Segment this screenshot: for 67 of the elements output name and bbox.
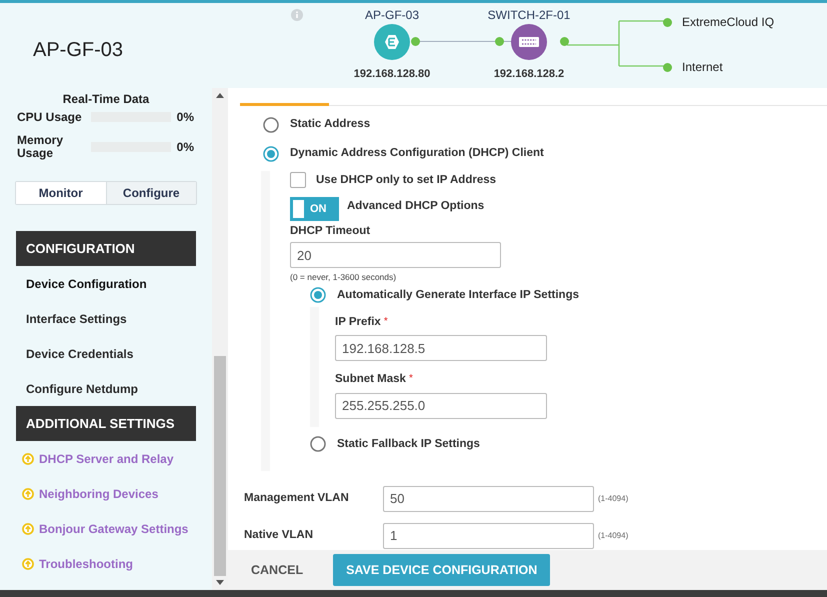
device-title: AP-GF-03: [33, 38, 124, 63]
radio-button[interactable]: [263, 146, 279, 162]
node-label: SWITCH-2F-01: [488, 7, 570, 22]
input-field[interactable]: 1: [383, 522, 594, 549]
switch-icon[interactable]: [511, 24, 547, 60]
nav-link[interactable]: DHCP Server and Relay: [39, 450, 174, 468]
radio-button[interactable]: [263, 116, 279, 133]
scroll-thumb[interactable]: [214, 356, 226, 576]
access-point-icon[interactable]: [374, 24, 410, 60]
field-hint: (0 = never, 1-3600 seconds): [290, 271, 398, 284]
port-dot: [411, 37, 420, 46]
port-dot: [495, 37, 504, 46]
upgrade-icon: [22, 452, 34, 464]
required-mark: *: [408, 372, 413, 386]
checkbox[interactable]: [290, 172, 306, 188]
field-label: IP Prefix: [335, 315, 381, 330]
cancel-button[interactable]: CANCEL: [251, 554, 304, 586]
uplink-label: Internet: [682, 59, 723, 76]
nav-link[interactable]: Bonjour Gateway Settings: [39, 520, 188, 538]
toggle-label: Advanced DHCP Options: [347, 198, 484, 214]
info-icon[interactable]: [291, 9, 303, 21]
meter-label: CPU Usage: [17, 110, 83, 124]
uplink-label: ExtremeCloud IQ: [682, 14, 774, 31]
meter-reading: 0%: [176, 139, 194, 156]
input-field[interactable]: 50: [383, 486, 594, 512]
input-field[interactable]: 192.168.128.5: [335, 335, 547, 362]
field-label: DHCP Timeout: [290, 224, 372, 239]
nav-link[interactable]: Interface Settings: [26, 310, 127, 328]
section-header: ADDITIONAL SETTINGS: [16, 406, 196, 441]
input-field[interactable]: 20: [290, 242, 501, 268]
node-ip: 192.168.128.2: [494, 67, 564, 82]
section-header: CONFIGURATION: [16, 231, 196, 266]
upgrade-icon: [22, 522, 34, 534]
meter-reading: 0%: [176, 109, 194, 126]
required-mark: *: [384, 315, 388, 329]
nav-link[interactable]: Configure Netdump: [26, 380, 138, 398]
scrollbar[interactable]: [212, 88, 228, 590]
radio-label: Static Address: [290, 117, 370, 132]
checkbox-label: Use DHCP only to set IP Address: [316, 172, 496, 188]
field-label: Management VLAN: [244, 491, 350, 506]
nav-link[interactable]: Neighboring Devices: [39, 484, 158, 502]
nav-link[interactable]: Troubleshooting: [39, 554, 133, 572]
range-hint: (1-4094): [598, 530, 628, 542]
port-dot: [560, 37, 569, 46]
scroll-down-icon[interactable]: [216, 580, 224, 585]
upgrade-icon: [22, 488, 34, 500]
radio-button[interactable]: [310, 287, 326, 304]
radio-label: Static Fallback IP Settings: [337, 436, 480, 452]
scroll-up-icon[interactable]: [216, 93, 224, 98]
radio-label: Automatically Generate Interface IP Settings: [337, 288, 580, 303]
mode-tab[interactable]: Monitor: [16, 182, 106, 204]
range-hint: (1-4094): [598, 492, 628, 505]
field-label: Native VLAN: [244, 528, 314, 544]
radio-button[interactable]: [310, 436, 326, 452]
nav-link[interactable]: Device Configuration: [26, 274, 147, 292]
node-label: AP-GF-03: [364, 7, 419, 22]
mode-tab[interactable]: Configure: [106, 182, 196, 204]
upgrade-icon: [22, 558, 34, 570]
radio-label: Dynamic Address Configuration (DHCP) Client: [290, 146, 544, 162]
node-ip: 192.168.128.80: [354, 67, 430, 82]
uplink-dot: [663, 18, 672, 26]
field-label: Subnet Mask: [335, 372, 406, 388]
nav-link[interactable]: Device Credentials: [26, 344, 134, 362]
section-title: Real-Time Data: [62, 91, 150, 106]
uplink-dot: [663, 62, 672, 72]
meter-label: Memory Usage: [17, 134, 64, 160]
input-field[interactable]: 255.255.255.0: [335, 392, 547, 418]
